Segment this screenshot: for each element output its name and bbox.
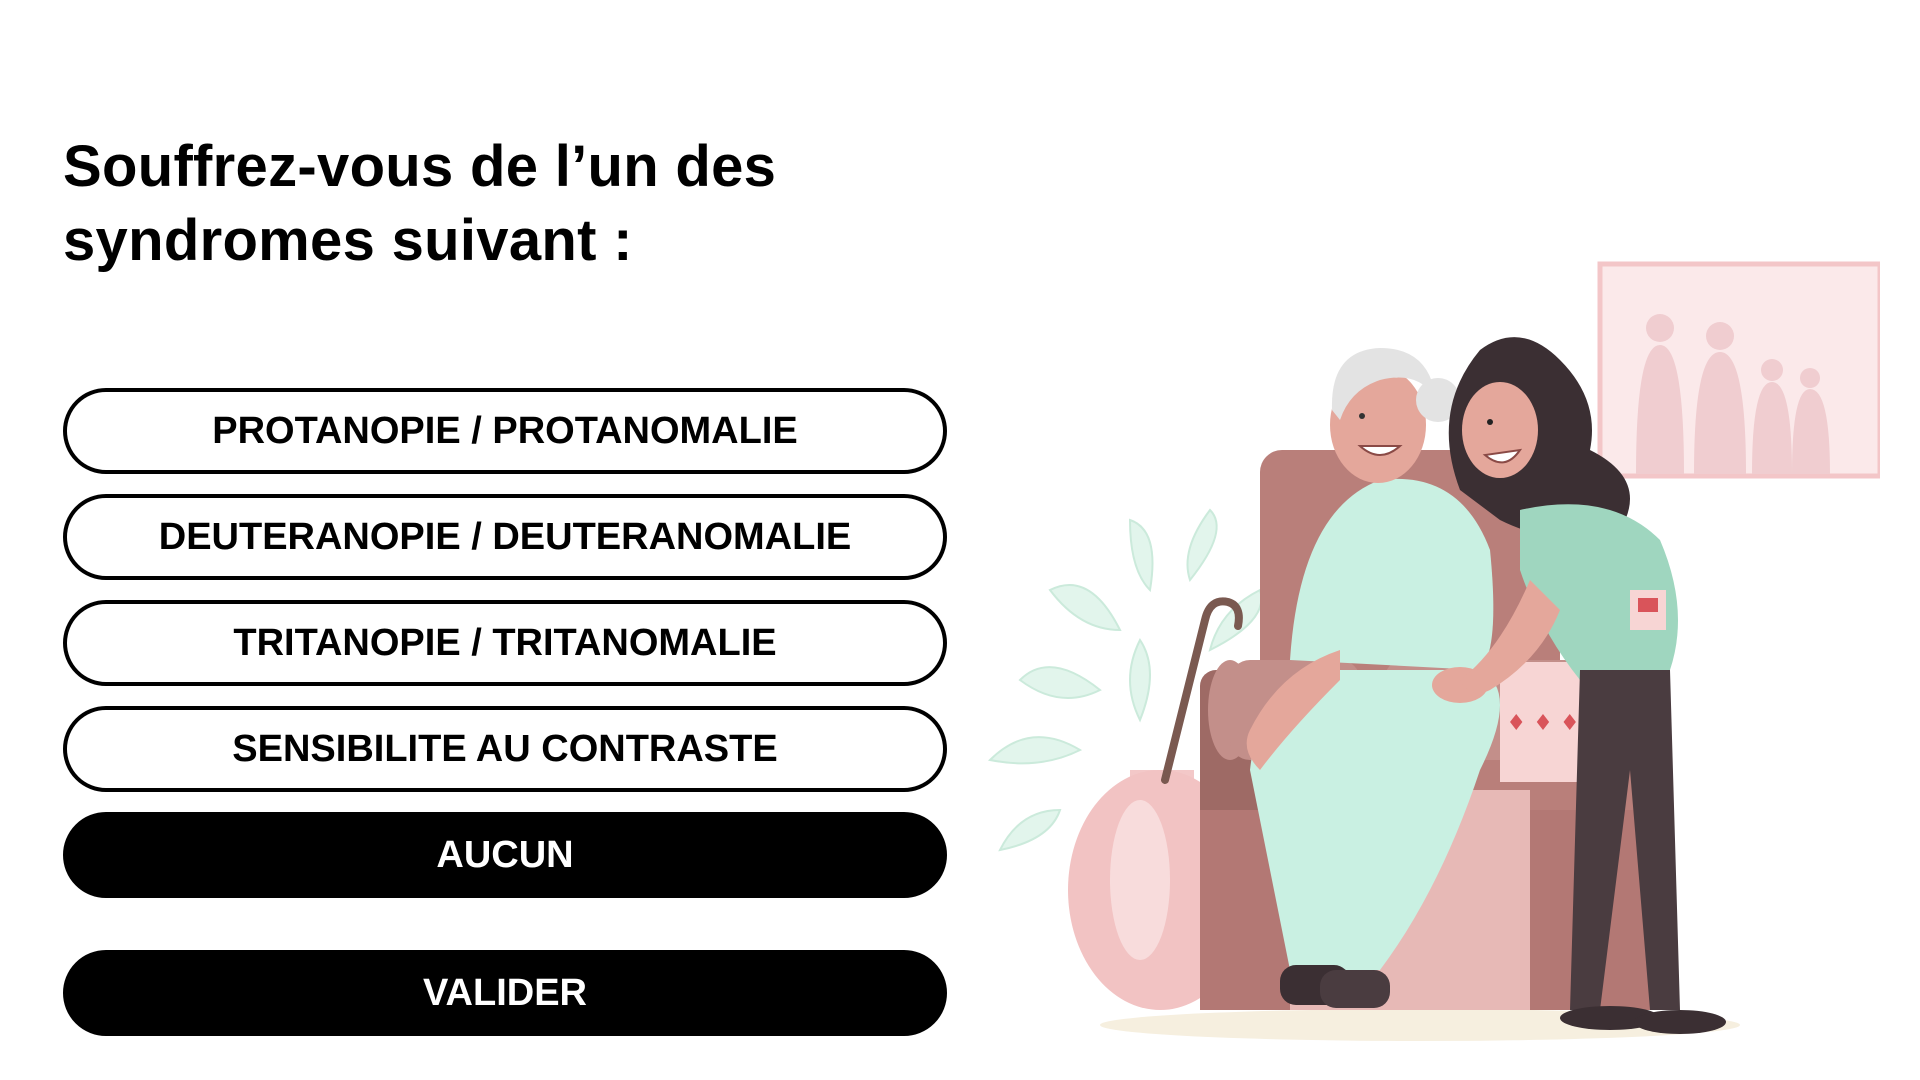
validate-button[interactable]: VALIDER <box>63 950 947 1036</box>
option-aucun[interactable]: AUCUN <box>63 812 947 898</box>
syndrome-question-screen: Souffrez-vous de l’un des syndromes suiv… <box>0 0 1920 1080</box>
option-sensibilite-contraste[interactable]: SENSIBILITE AU CONTRASTE <box>63 706 947 792</box>
wall-frame <box>1597 261 1880 479</box>
caregiver-elderly-illustration: ♦ ♦ ♦ <box>987 261 1880 1041</box>
question-title-line-1: Souffrez-vous de l’un des <box>63 134 777 199</box>
option-tritanopie[interactable]: TRITANOPIE / TRITANOMALIE <box>63 600 947 686</box>
question-title: Souffrez-vous de l’un des syndromes suiv… <box>63 130 963 278</box>
svg-text:♦ ♦ ♦: ♦ ♦ ♦ <box>1506 711 1579 736</box>
options-list: PROTANOPIE / PROTANOMALIE DEUTERANOPIE /… <box>63 388 947 918</box>
option-protanopie[interactable]: PROTANOPIE / PROTANOMALIE <box>63 388 947 474</box>
question-title-line-2: syndromes suivant : <box>63 208 633 273</box>
option-deuteranopie[interactable]: DEUTERANOPIE / DEUTERANOMALIE <box>63 494 947 580</box>
